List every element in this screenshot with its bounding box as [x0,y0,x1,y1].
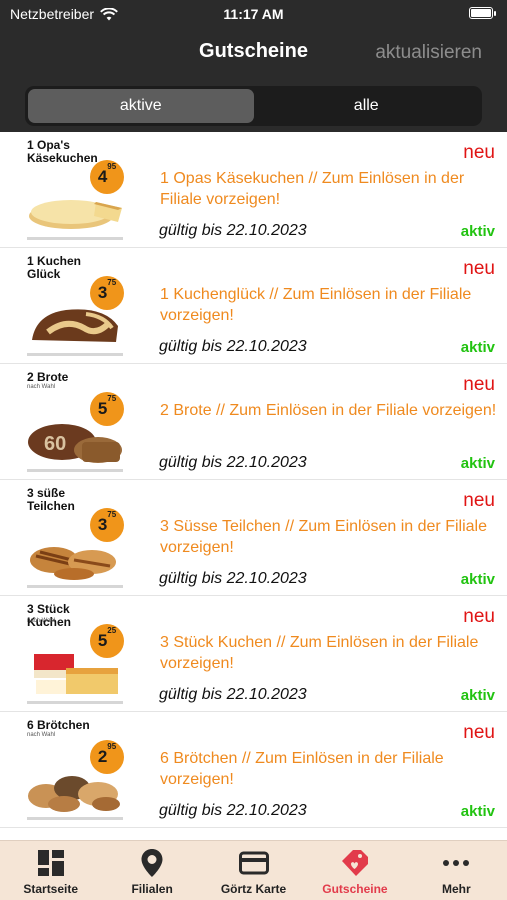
coupon-validity: gültig bis 22.10.2023 [159,338,307,355]
header: Netzbetreiber 11:17 AM Gutscheine aktual… [0,0,507,132]
coupon-image: 1 Kuchen Glück 375 [24,254,128,358]
new-badge: neu [463,490,495,511]
fineprint-line [27,585,123,588]
tab-filialen[interactable]: Filialen [101,841,202,900]
tab-label: Startseite [23,882,79,896]
card-icon [238,851,269,875]
tab-gutscheine[interactable]: Gutscheine [304,841,405,900]
segment-active[interactable]: aktive [28,89,254,123]
coupon-validity: gültig bis 22.10.2023 [159,570,307,587]
location-pin-icon [141,849,163,877]
new-badge: neu [463,142,495,163]
tab-mehr[interactable]: Mehr [406,841,507,900]
clock: 11:17 AM [223,6,284,22]
new-badge: neu [463,606,495,627]
coupon-image-title: 3 süße Teilchen [27,486,75,513]
coupon-row[interactable]: 1 Opa's Käsekuchen 495 neu 1 Opas Käseku… [0,132,507,248]
tab-label: Görtz Karte [220,882,287,896]
new-badge: neu [463,258,495,279]
battery-icon [469,7,496,19]
fineprint-line [27,469,123,472]
svg-text:60: 60 [44,433,66,455]
coupon-description: 3 Süsse Teilchen // Zum Einlösen in der … [160,518,487,556]
fineprint-line [27,701,123,704]
coupon-image: 3 Stück Kuchen nach Wahl 525 [24,602,128,706]
tab-goertz-karte[interactable]: Görtz Karte [203,841,304,900]
coupon-image-title: 1 Opa's Käsekuchen [27,138,98,165]
coupon-row-partial[interactable] [0,828,507,840]
tab-label: Filialen [131,882,173,896]
coupon-row[interactable]: 1 Kuchen Glück 375 neu 1 Kuchenglück // … [0,248,507,364]
food-illustration-rolls [26,766,124,812]
tab-label: Mehr [441,882,471,896]
fineprint-line [27,353,123,356]
new-badge: neu [463,374,495,395]
coupon-heart-icon [341,850,368,876]
filter-segmented-control: aktive alle [25,86,482,126]
coupon-validity: gültig bis 22.10.2023 [159,686,307,703]
coupon-image-subtitle: nach Wahl [27,618,56,624]
tab-label: Gutscheine [322,882,388,896]
food-illustration-pastry [26,534,124,580]
coupon-status: aktiv [460,223,495,240]
status-bar: Netzbetreiber 11:17 AM [0,0,507,30]
coupon-description: 2 Brote // Zum Einlösen in der Filiale v… [160,402,497,419]
coupon-image-subtitle: nach Wahl [27,732,56,738]
coupon-image: 6 Brötchen nach Wahl 295 [24,718,128,822]
coupon-description: 1 Kuchenglück // Zum Einlösen in der Fil… [160,286,472,324]
fineprint-line [27,237,123,240]
screen: Netzbetreiber 11:17 AM Gutscheine aktual… [0,0,507,900]
coupon-image-title: 6 Brötchen [27,718,90,732]
coupon-status: aktiv [460,339,495,356]
coupon-row[interactable]: 2 Brote nach Wahl 575 60 neu 2 Brote // … [0,364,507,480]
coupon-status: aktiv [460,687,495,704]
coupon-image-subtitle: nach Wahl [27,384,56,390]
coupon-validity: gültig bis 22.10.2023 [159,454,307,471]
coupon-image: 2 Brote nach Wahl 575 60 [24,370,128,474]
food-illustration-marble-cake [26,302,124,348]
coupon-status: aktiv [460,571,495,588]
food-illustration-cheesecake [26,186,124,232]
segment-all[interactable]: alle [254,89,480,123]
coupon-status: aktiv [460,803,495,820]
coupon-description: 6 Brötchen // Zum Einlösen in der Filial… [160,750,444,788]
grid-icon [37,850,64,876]
coupon-row[interactable]: 3 Stück Kuchen nach Wahl 525 neu 3 Stück… [0,596,507,712]
food-illustration-bread: 60 [26,418,124,464]
tab-bar: Startseite Filialen Görtz Karte Gutschei… [0,840,507,900]
coupon-image: 3 süße Teilchen 375 [24,486,128,590]
coupon-image: 1 Opa's Käsekuchen 495 [24,138,128,242]
coupon-validity: gültig bis 22.10.2023 [159,222,307,239]
fineprint-line [27,817,123,820]
coupon-status: aktiv [460,455,495,472]
coupon-list[interactable]: 1 Opa's Käsekuchen 495 neu 1 Opas Käseku… [0,132,507,840]
coupon-row[interactable]: 3 süße Teilchen 375 neu 3 Süsse Teilchen… [0,480,507,596]
refresh-button[interactable]: aktualisieren [375,42,482,64]
new-badge: neu [463,722,495,743]
coupon-image-title: 3 Stück Kuchen [27,602,72,629]
tab-startseite[interactable]: Startseite [0,841,101,900]
coupon-description: 1 Opas Käsekuchen // Zum Einlösen in der… [160,170,465,208]
coupon-image-title: 2 Brote [27,370,69,384]
coupon-image-title: 1 Kuchen Glück [27,254,82,281]
coupon-validity: gültig bis 22.10.2023 [159,802,307,819]
food-illustration-cake-slices [26,650,124,696]
coupon-description: 3 Stück Kuchen // Zum Einlösen in der Fi… [160,634,479,672]
coupon-row[interactable]: 6 Brötchen nach Wahl 295 neu 6 Brötchen … [0,712,507,828]
more-dots-icon [443,860,470,866]
